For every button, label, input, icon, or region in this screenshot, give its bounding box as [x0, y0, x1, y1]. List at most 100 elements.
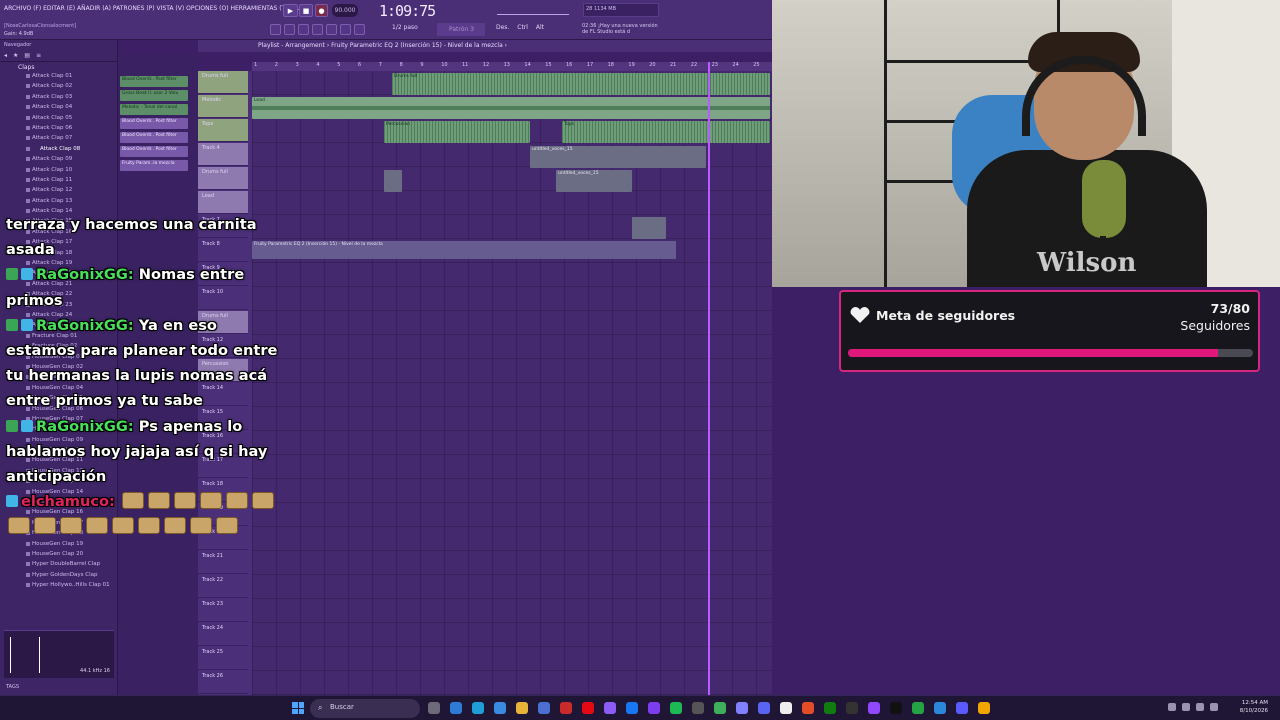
sample-item[interactable]: Hyper DoubleBarrel Clap: [0, 559, 117, 569]
app-green-icon[interactable]: [714, 702, 726, 714]
sample-item[interactable]: Attack Clap 04: [0, 102, 117, 112]
sample-item[interactable]: HouseGen Clap 20: [0, 549, 117, 559]
picker-item[interactable]: Melodic - Tonal del canal: [120, 104, 188, 115]
taskbar-search[interactable]: ⌕ Buscar: [310, 699, 420, 718]
sample-item[interactable]: Attack Clap 05: [0, 113, 117, 123]
chat-username[interactable]: RaGonixGG:: [36, 317, 134, 334]
youtube-icon[interactable]: [560, 702, 572, 714]
track-header[interactable]: Track 22: [198, 575, 248, 598]
excel-icon[interactable]: [912, 702, 924, 714]
app-orange-icon[interactable]: [802, 702, 814, 714]
chevron-up-icon[interactable]: [1168, 703, 1176, 711]
battery-icon[interactable]: [1210, 703, 1218, 711]
sample-item[interactable]: Attack Clap 09: [0, 154, 117, 164]
app-blue-icon[interactable]: [736, 702, 748, 714]
fl-studio-icon[interactable]: [780, 702, 792, 714]
discord-icon[interactable]: [758, 702, 770, 714]
clip-voices-2[interactable]: untitled_voces_15: [556, 170, 632, 192]
twitch-icon[interactable]: [604, 702, 616, 714]
picker-item[interactable]: Gross Beat (l..ssor 2 Volu: [120, 90, 188, 101]
clip-drums[interactable]: Drums full: [392, 73, 770, 95]
sample-item[interactable]: Attack Clap 03: [0, 92, 117, 102]
sample-item[interactable]: Attack Clap 02: [0, 81, 117, 91]
app-violet-icon[interactable]: [956, 702, 968, 714]
taskbar-clock[interactable]: 12:54 AM 8/10/2026: [1240, 699, 1268, 715]
app-purple-icon[interactable]: [868, 702, 880, 714]
browser-icon[interactable]: [340, 24, 351, 35]
xbox-icon[interactable]: [824, 702, 836, 714]
clip-voices[interactable]: untitled_voces_15: [530, 146, 706, 168]
sample-item[interactable]: Attack Clap 08: [0, 144, 117, 154]
news-ticker[interactable]: 02:36 ¡Hay una nueva versión de FL Studi…: [582, 23, 662, 35]
track-header[interactable]: Track 24: [198, 623, 248, 646]
app-cyan-icon[interactable]: [934, 702, 946, 714]
edge-icon[interactable]: [450, 702, 462, 714]
piano-roll-icon[interactable]: [326, 24, 337, 35]
obs-icon[interactable]: [978, 702, 990, 714]
view-icon[interactable]: ▤: [24, 52, 30, 59]
clip-percussion[interactable]: Percussion: [384, 121, 530, 143]
snap-select[interactable]: 1/2 paso: [392, 24, 418, 31]
track-header[interactable]: Track 23: [198, 599, 248, 622]
tiktok-icon[interactable]: [890, 702, 902, 714]
sample-item[interactable]: Hyper GoldenDays Clap: [0, 570, 117, 580]
picker-item[interactable]: Fruity Param..la mezcla: [120, 160, 188, 171]
timeline-ruler[interactable]: 1 2 3 4 5 6 7 8 9 10 11 12 13 14 15 16 17 18 19 20 21 22 23 24 2…: [252, 62, 772, 71]
track-header[interactable]: Tops: [198, 119, 248, 142]
chat-username[interactable]: elchamuco:: [21, 493, 115, 510]
picker-item[interactable]: Blood Overdr.. Post filter: [120, 76, 188, 87]
spotify-icon[interactable]: [670, 702, 682, 714]
chat-username[interactable]: RaGonixGG:: [36, 266, 134, 283]
app-icon[interactable]: [648, 702, 660, 714]
clip-small[interactable]: [384, 170, 402, 192]
track-header[interactable]: Drums full: [198, 167, 248, 190]
track-header[interactable]: Melodic: [198, 95, 248, 118]
store-icon[interactable]: [538, 702, 550, 714]
mixer-icon[interactable]: [312, 24, 323, 35]
track-header[interactable]: Track 21: [198, 551, 248, 574]
stop-button[interactable]: ■: [299, 4, 313, 17]
sample-item[interactable]: HouseGen Clap 19: [0, 539, 117, 549]
chat-username[interactable]: RaGonixGG:: [36, 418, 134, 435]
automation-clip[interactable]: Fruity Parametric EQ 2 (Inserción 15) - …: [252, 241, 676, 259]
sample-item[interactable]: Attack Clap 10: [0, 165, 117, 175]
mail-icon[interactable]: [494, 702, 506, 714]
main-menu[interactable]: ARCHIVO (F) EDITAR (E) AÑADIR (A) PATRON…: [4, 5, 310, 12]
sample-item[interactable]: Attack Clap 01: [0, 71, 117, 81]
facebook-icon[interactable]: [626, 702, 638, 714]
picker-item[interactable]: Blood Overdr.. Post filter: [120, 132, 188, 143]
menu-icon[interactable]: ≡: [36, 52, 41, 59]
sample-item[interactable]: Attack Clap 11: [0, 175, 117, 185]
sample-item[interactable]: Attack Clap 12: [0, 185, 117, 195]
star-icon[interactable]: ★: [13, 52, 18, 59]
sample-item[interactable]: Attack Clap 06: [0, 123, 117, 133]
folder-claps[interactable]: Claps: [0, 62, 117, 71]
pattern-icon[interactable]: [284, 24, 295, 35]
browser-app-icon[interactable]: [472, 702, 484, 714]
sample-item[interactable]: Attack Clap 07: [0, 133, 117, 143]
track-header[interactable]: Lead: [198, 191, 248, 214]
explorer-icon[interactable]: [516, 702, 528, 714]
picker-item[interactable]: Blood Overdr.. Post filter: [120, 146, 188, 157]
task-view-icon[interactable]: [428, 702, 440, 714]
arrangement-grid[interactable]: Drums full Lead Percussion Tops untitled…: [252, 71, 772, 695]
back-icon[interactable]: ◂: [4, 52, 7, 59]
record-button[interactable]: ●: [315, 4, 328, 17]
sample-item[interactable]: Attack Clap 13: [0, 196, 117, 206]
song-icon[interactable]: [298, 24, 309, 35]
play-button[interactable]: ▶: [283, 4, 298, 17]
track-header[interactable]: Track 25: [198, 647, 248, 670]
track-header[interactable]: Track 4: [198, 143, 248, 166]
camera-icon[interactable]: [692, 702, 704, 714]
playhead[interactable]: [708, 62, 710, 695]
clip-voices-3[interactable]: [632, 217, 666, 239]
picker-item[interactable]: Blood Overdr.. Post filter: [120, 118, 188, 129]
track-header[interactable]: Drums full: [198, 71, 248, 94]
tags-label[interactable]: TAGS: [6, 684, 19, 690]
windows-start-icon[interactable]: [292, 702, 304, 714]
clip-tops[interactable]: Tops: [562, 121, 770, 143]
snap-icon[interactable]: [270, 24, 281, 35]
channel-rack-icon[interactable]: [354, 24, 365, 35]
track-header[interactable]: Track 26: [198, 671, 248, 694]
pattern-select[interactable]: Patrón 3: [437, 23, 485, 36]
